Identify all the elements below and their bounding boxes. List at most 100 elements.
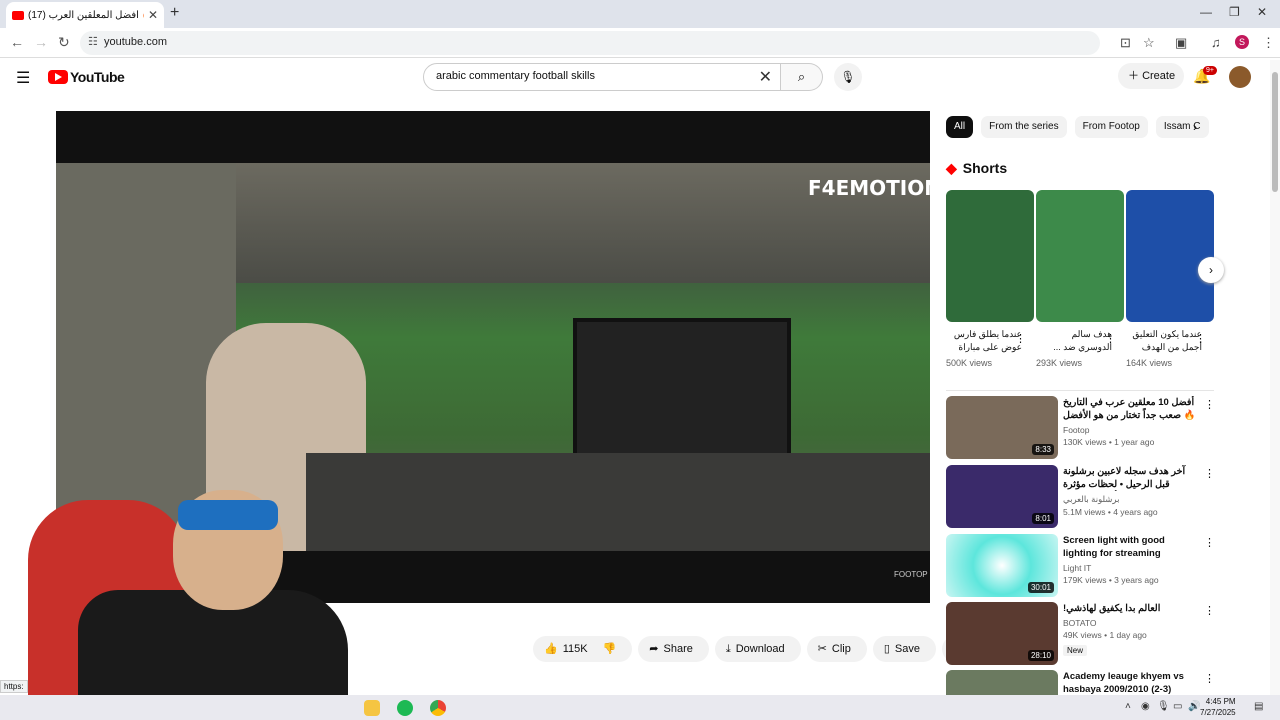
video-thumbnail[interactable]: 8:01 — [946, 465, 1058, 528]
new-tab-icon[interactable]: + — [170, 4, 179, 22]
video-duration: 8:33 — [1032, 444, 1054, 455]
chip-all[interactable]: All — [946, 116, 974, 138]
youtube-logo[interactable]: YouTube — [48, 69, 125, 85]
short-thumbnail[interactable] — [1126, 190, 1214, 322]
related-video[interactable]: 8:33 أفضل 10 معلقين عرب في التاريخ 🔥 صعب… — [946, 396, 1216, 460]
link-status-bubble: https: — [0, 680, 28, 693]
scissors-icon: ✂ — [817, 643, 827, 655]
channel-name[interactable]: برشلونة بالعربي — [1063, 494, 1201, 505]
video-more-icon[interactable]: ⋮ — [1204, 672, 1215, 685]
search-input[interactable]: arabic commentary football skills ✕ — [423, 63, 781, 91]
scrollbar-thumb[interactable] — [1272, 72, 1278, 192]
video-title[interactable]: العالم بدا يكفيق لهاذشي! — [1063, 602, 1201, 615]
video-duration: 28:10 — [1027, 650, 1054, 661]
search-value: arabic commentary football skills — [436, 70, 595, 82]
short-thumbnail[interactable] — [1036, 190, 1124, 322]
restore-icon[interactable]: ❐ — [1229, 5, 1240, 19]
chip-from-series[interactable]: From the series — [981, 116, 1067, 138]
clip-button[interactable]: ✂ Clip — [806, 636, 867, 662]
create-button[interactable]: ＋ Create — [1118, 63, 1184, 89]
short-item[interactable]: عندما يطلق فارس عوض على مباراة 500K view… — [946, 190, 1034, 368]
spotify-icon[interactable] — [397, 700, 413, 716]
video-thumbnail[interactable] — [946, 670, 1058, 695]
video-thumbnail[interactable]: 30:01 — [946, 534, 1058, 597]
short-more-icon[interactable]: ⋮ — [1015, 332, 1026, 345]
channel-name[interactable]: BOTATO — [1063, 618, 1201, 628]
menu-hamburger-icon[interactable]: ☰ — [16, 68, 30, 88]
sidebar-icon[interactable]: ▣ — [1175, 35, 1187, 51]
youtube-play-icon — [48, 70, 68, 84]
reload-icon[interactable]: ↻ — [58, 34, 70, 51]
save-button[interactable]: ▯ Save — [872, 636, 936, 662]
like-button[interactable]: 👍 115K 👎 — [533, 636, 633, 662]
short-thumbnail[interactable] — [946, 190, 1034, 322]
related-video[interactable]: 8:01 آخر هدف سجله لاعبين برشلونة قبل الر… — [946, 465, 1216, 529]
short-item[interactable]: هدف سالم الدوسري ضد ... 293K views ⋮ — [1036, 190, 1124, 368]
tray-chevron-icon[interactable]: ˄ — [1125, 701, 1131, 712]
address-bar[interactable]: ☷ youtube.com — [80, 31, 1100, 55]
browser-tabstrip: (17) أفضل المعلقين العرب 🔥 ✕ + — ❐ ✕ — [0, 0, 1280, 28]
chips-next-icon[interactable]: › — [1193, 120, 1197, 134]
video-more-icon[interactable]: ⋮ — [1204, 467, 1215, 480]
browser-tab[interactable]: (17) أفضل المعلقين العرب 🔥 ✕ — [6, 2, 164, 28]
video-more-icon[interactable]: ⋮ — [1204, 398, 1215, 411]
site-info-icon[interactable]: ☷ — [88, 35, 98, 48]
short-title[interactable]: عندما يطلق فارس عوض على مباراة — [946, 328, 1022, 354]
corner-watermark: FOOTOP — [894, 570, 928, 579]
create-label: Create — [1142, 70, 1176, 82]
video-more-icon[interactable]: ⋮ — [1204, 604, 1215, 617]
related-video[interactable]: Academy leauge khyem vs hasbaya 2009/201… — [946, 670, 1216, 695]
microphone-icon[interactable]: 🎙 — [1157, 701, 1170, 712]
clear-search-icon[interactable]: ✕ — [759, 67, 772, 87]
clip-label: Clip — [831, 643, 851, 655]
channel-name[interactable]: Footop — [1063, 425, 1201, 435]
file-explorer-icon[interactable] — [364, 700, 380, 716]
voice-search-icon[interactable]: 🎙 — [834, 63, 862, 91]
page-scrollbar[interactable] — [1270, 60, 1280, 695]
notification-center-icon[interactable]: ▤ — [1254, 701, 1263, 712]
channel-name[interactable]: Light IT — [1063, 563, 1201, 573]
taskbar-clock[interactable]: 4:45 PM 7/27/2025 — [1200, 696, 1236, 718]
video-title[interactable]: Screen light with good lighting for stre… — [1063, 534, 1201, 560]
chrome-icon[interactable] — [430, 700, 446, 716]
install-app-icon[interactable]: ⊡ — [1120, 35, 1131, 51]
browser-menu-icon[interactable]: ⋮ — [1262, 35, 1275, 51]
download-button[interactable]: ⤓ Download — [714, 636, 801, 662]
chip-from-footop[interactable]: From Footop — [1074, 116, 1148, 138]
share-icon: ➦ — [649, 643, 659, 655]
media-control-icon[interactable]: ♫ — [1211, 35, 1221, 50]
minimize-icon[interactable]: — — [1200, 5, 1212, 19]
close-tab-icon[interactable]: ✕ — [148, 8, 158, 22]
video-thumbnail[interactable]: 28:10 — [946, 602, 1058, 665]
browser-profile-avatar[interactable]: S — [1235, 35, 1249, 49]
account-avatar[interactable] — [1229, 66, 1251, 88]
chip-issam[interactable]: Issam C — [1155, 116, 1209, 138]
video-thumbnail[interactable]: 8:33 — [946, 396, 1058, 459]
short-title[interactable]: عندما يكون التعليق أجمل من الهدف — [1126, 328, 1202, 354]
shorts-next-icon[interactable]: › — [1198, 257, 1224, 283]
video-title[interactable]: آخر هدف سجله لاعبين برشلونة قبل الرحيل •… — [1063, 465, 1201, 491]
video-more-icon[interactable]: ⋮ — [1204, 536, 1215, 549]
tray-app-icon[interactable]: ◉ — [1141, 701, 1150, 712]
short-more-icon[interactable]: ⋮ — [1195, 332, 1206, 345]
video-stats: 130K views • 1 year ago — [1063, 437, 1155, 447]
forward-icon[interactable]: → — [34, 34, 48, 50]
short-views: 164K views — [1126, 358, 1173, 368]
streamer-headset-visor — [178, 500, 278, 530]
back-icon[interactable]: ← — [10, 34, 24, 50]
volume-icon[interactable]: 🔊 — [1188, 701, 1200, 712]
thumbs-down-icon[interactable]: 👎 — [603, 643, 617, 655]
related-video[interactable]: 28:10 العالم بدا يكفيق لهاذشي! BOTATO 49… — [946, 602, 1216, 666]
search-button[interactable]: ⌕ — [781, 63, 823, 91]
close-window-icon[interactable]: ✕ — [1257, 5, 1267, 19]
bookmark-star-icon[interactable]: ☆ — [1143, 35, 1155, 51]
share-button[interactable]: ➦ Share — [638, 636, 709, 662]
video-actions-bar: 👍115K👎 ➦Share ⤓Download ✂Clip ▯Save ⋯ — [533, 636, 975, 662]
related-video[interactable]: 30:01 Screen light with good lighting fo… — [946, 534, 1216, 598]
video-title[interactable]: Academy leauge khyem vs hasbaya 2009/201… — [1063, 670, 1201, 695]
network-icon[interactable]: ▭ — [1173, 701, 1182, 712]
video-title[interactable]: أفضل 10 معلقين عرب في التاريخ 🔥 صعب جداً… — [1063, 396, 1201, 422]
short-more-icon[interactable]: ⋮ — [1105, 332, 1116, 345]
short-title[interactable]: هدف سالم الدوسري ضد ... — [1036, 328, 1112, 354]
save-label: Save — [894, 643, 920, 655]
